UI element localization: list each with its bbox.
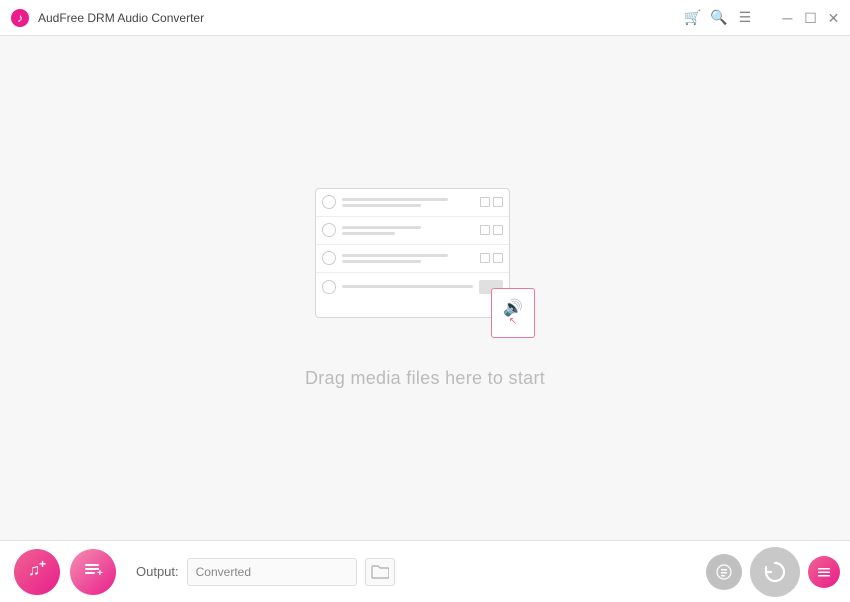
minimize-button[interactable]: ─ [781, 11, 794, 24]
svg-text:♪: ♪ [17, 11, 23, 25]
mini-line [342, 204, 421, 207]
menu-icon[interactable]: ☰ [737, 10, 753, 26]
mini-checkbox [480, 197, 490, 207]
cursor-icon: ↖ [509, 316, 517, 327]
audio-file-icon: 🔊 ↖ [491, 288, 535, 338]
main-content: 🔊 ↖ Drag media files here to start [0, 36, 850, 540]
add-music-button[interactable]: ♫ + [14, 549, 60, 595]
svg-text:+: + [39, 557, 46, 571]
mini-bottom-bar [316, 273, 509, 301]
mini-lines-1 [342, 198, 474, 207]
mini-line [342, 198, 448, 201]
mini-circle-3 [322, 251, 336, 265]
mini-circle-1 [322, 195, 336, 209]
mini-progress-bar [342, 285, 473, 288]
drop-illustration: 🔊 ↖ [315, 188, 535, 348]
add-playlist-button[interactable]: + [70, 549, 116, 595]
settings-button[interactable] [808, 556, 840, 588]
mini-list-card [315, 188, 510, 318]
mini-line [342, 254, 448, 257]
mini-checkbox [480, 225, 490, 235]
mini-checkbox [493, 197, 503, 207]
mini-row-2 [316, 217, 509, 245]
speaker-icon: 🔊 [503, 298, 523, 318]
mini-checkbox [480, 253, 490, 263]
app-logo-icon: ♪ [10, 8, 30, 28]
mini-play-btn [322, 280, 336, 294]
mini-lines-2 [342, 226, 474, 235]
output-value: Converted [196, 565, 251, 579]
search-icon[interactable]: 🔍 [711, 10, 727, 26]
mini-circle-2 [322, 223, 336, 237]
svg-text:+: + [97, 568, 103, 579]
drag-text: Drag media files here to start [305, 368, 545, 389]
app-title: AudFree DRM Audio Converter [38, 11, 204, 25]
mini-row-3 [316, 245, 509, 273]
cart-icon[interactable]: 🛒 [685, 10, 701, 26]
add-music-icon: ♫ + [25, 557, 49, 587]
mini-checkbox [493, 253, 503, 263]
title-left: ♪ AudFree DRM Audio Converter [10, 8, 204, 28]
mini-row-1 [316, 189, 509, 217]
folder-button[interactable] [365, 558, 395, 586]
mini-checkboxes-1 [480, 197, 503, 207]
mini-checkboxes-2 [480, 225, 503, 235]
mini-line [342, 226, 421, 229]
mini-checkboxes-3 [480, 253, 503, 263]
mini-lines-3 [342, 254, 474, 263]
bottom-toolbar: ♫ + + Output: Converted [0, 540, 850, 602]
maximize-button[interactable]: ☐ [804, 11, 817, 24]
mini-line [342, 232, 395, 235]
title-controls: 🛒 🔍 ☰ ─ ☐ ✕ [685, 10, 840, 26]
close-button[interactable]: ✕ [827, 11, 840, 24]
convert-button[interactable] [750, 547, 800, 597]
output-field: Converted [187, 558, 357, 586]
output-label: Output: [136, 564, 179, 579]
history-button[interactable] [706, 554, 742, 590]
mini-line [342, 260, 421, 263]
mini-checkbox [493, 225, 503, 235]
output-section: Output: Converted [136, 558, 395, 586]
right-controls [706, 547, 840, 597]
title-bar: ♪ AudFree DRM Audio Converter 🛒 🔍 ☰ ─ ☐ … [0, 0, 850, 36]
add-playlist-icon: + [81, 557, 105, 587]
